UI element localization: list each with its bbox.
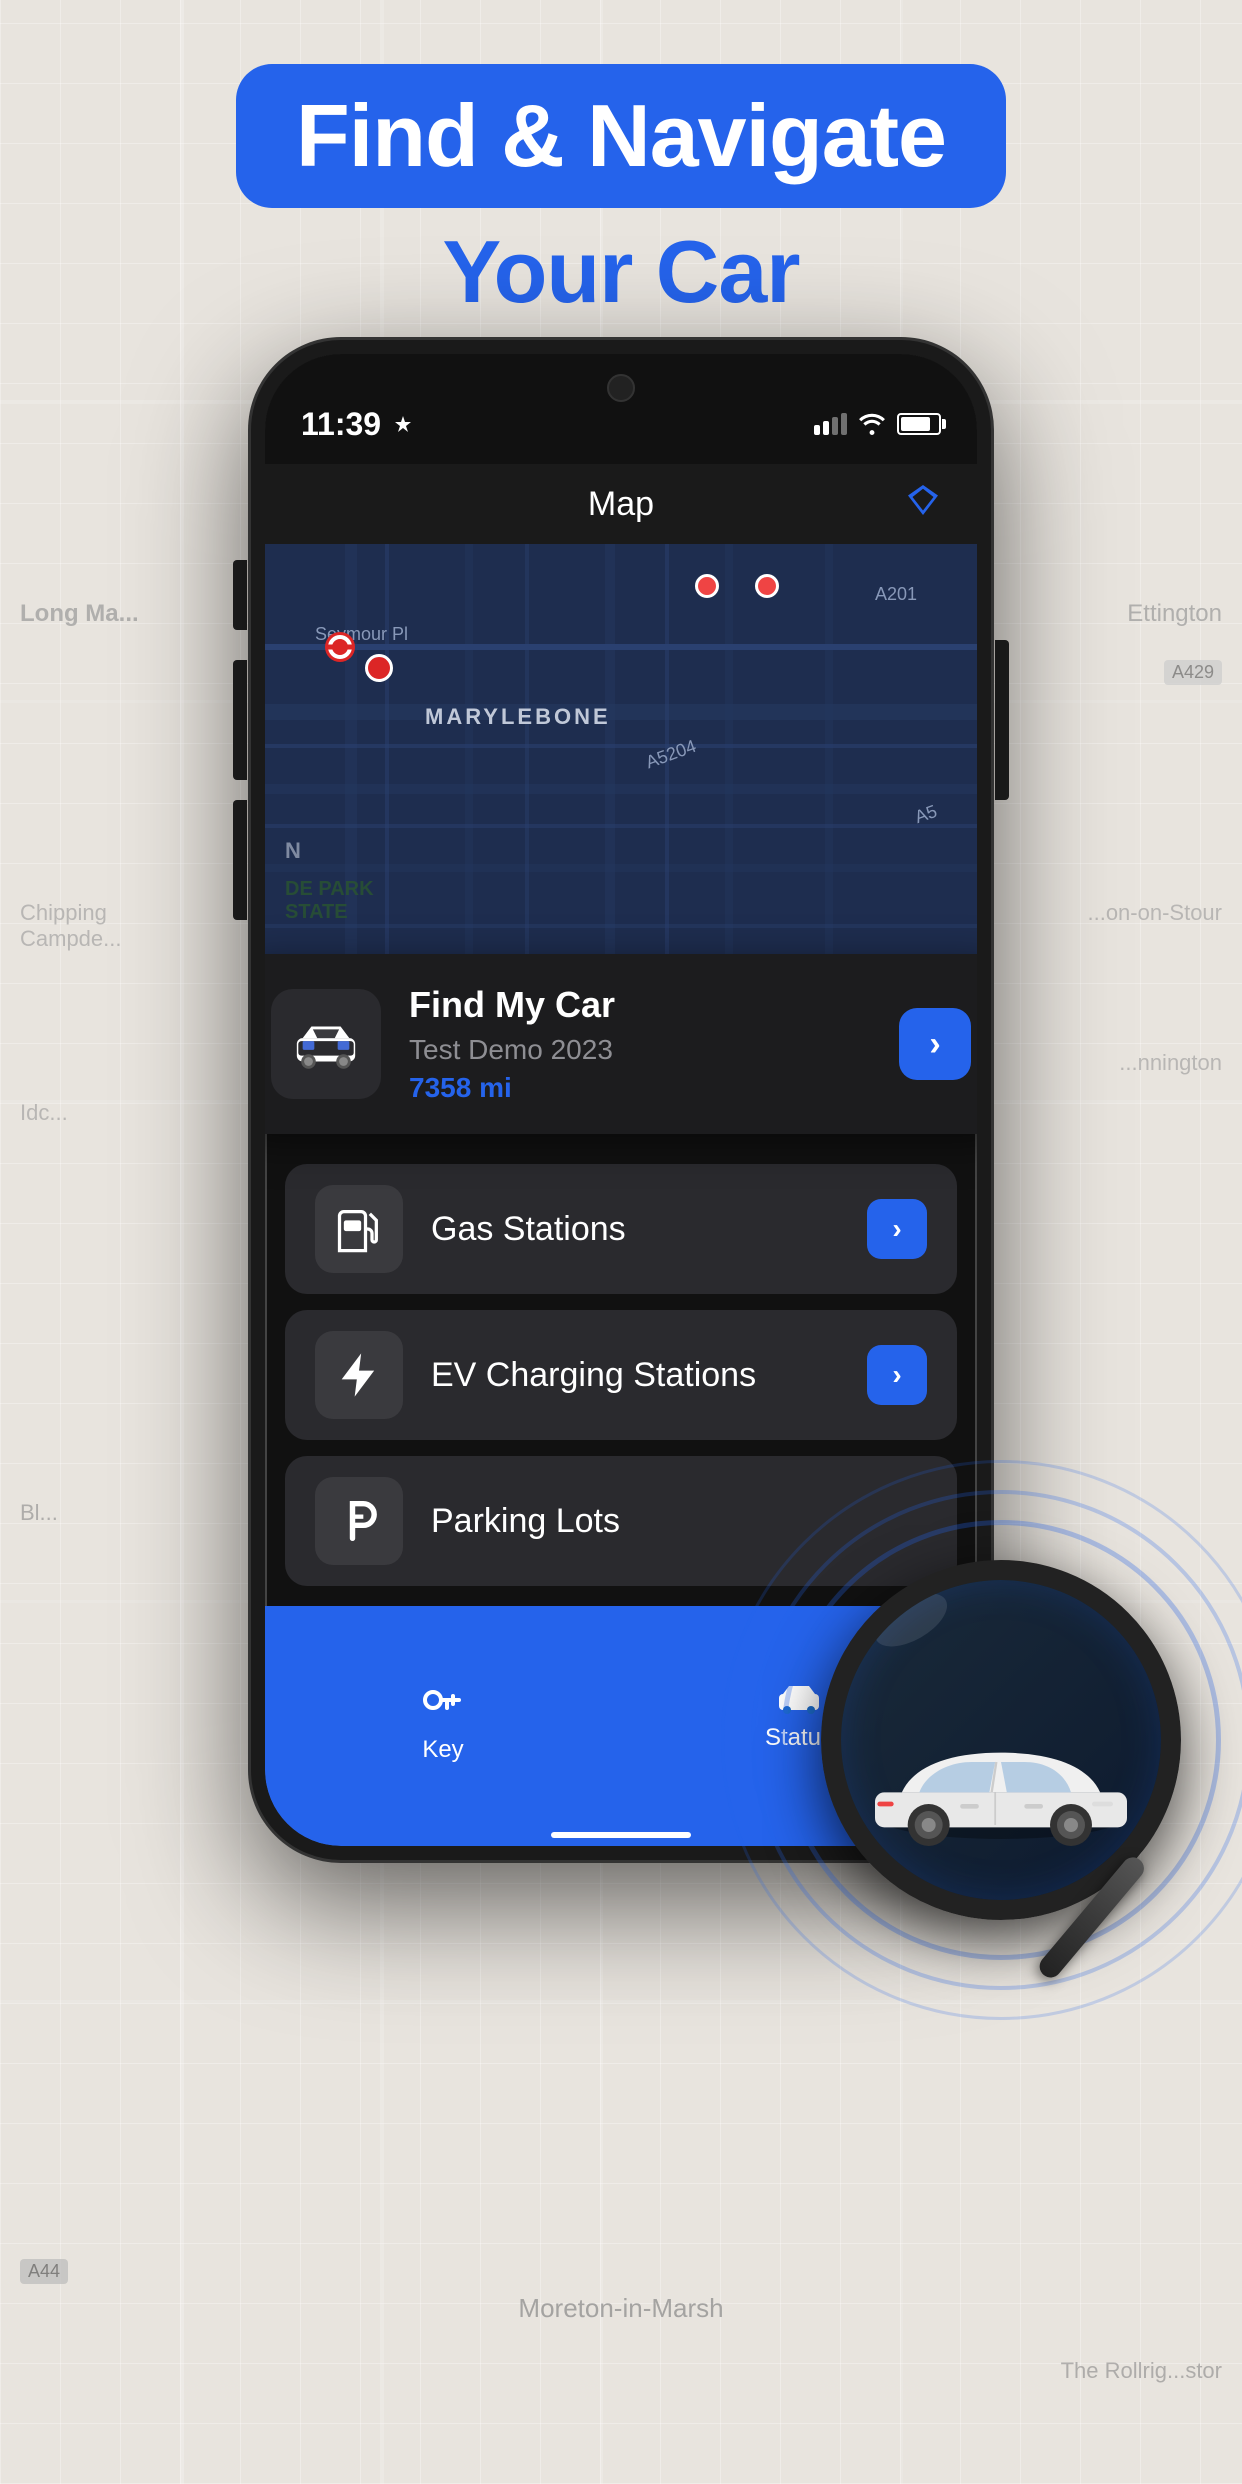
phone-camera (607, 374, 635, 402)
status-icons (814, 413, 941, 435)
tab-key-label: Key (422, 1736, 463, 1764)
gas-stations-item[interactable]: Gas Stations › (285, 1164, 957, 1294)
gas-stations-label: Gas Stations (431, 1210, 839, 1249)
map-marker (755, 574, 779, 598)
parking-icon (333, 1495, 385, 1547)
parking-lots-label: Parking Lots (431, 1502, 839, 1541)
home-indicator (551, 1832, 691, 1838)
arrow-icon: › (892, 1213, 901, 1245)
headline-sub-text: Your Car (442, 228, 799, 316)
find-my-car-card[interactable]: Find My Car Test Demo 2023 7358 mi › (251, 954, 991, 1134)
battery-icon (897, 413, 941, 435)
car-icon-box (271, 989, 381, 1099)
underground-icon-2 (365, 654, 393, 682)
signal-icon (814, 413, 847, 435)
ev-charging-arrow-button[interactable]: › (867, 1345, 927, 1405)
find-car-distance: 7358 mi (409, 1072, 871, 1104)
headline-badge: Find & Navigate (236, 64, 1006, 208)
status-bar: 11:39 (265, 354, 977, 464)
ev-charging-icon (333, 1349, 385, 1401)
underground-icon (325, 632, 355, 662)
phone-mockup: 11:39 (251, 340, 991, 1860)
find-car-title: Find My Car (409, 984, 871, 1026)
find-car-arrow-button[interactable]: › (899, 1008, 971, 1080)
app-title: Map (588, 485, 654, 524)
app-header: Map (265, 464, 977, 544)
tab-key[interactable]: Key (265, 1680, 621, 1764)
find-car-info: Find My Car Test Demo 2023 7358 mi (409, 984, 871, 1104)
parking-icon-box (315, 1477, 403, 1565)
ev-icon-box (315, 1331, 403, 1419)
gas-stations-arrow-button[interactable]: › (867, 1199, 927, 1259)
gas-station-icon (333, 1203, 385, 1255)
area-label-n: N (285, 838, 301, 864)
hero-section: Find & Navigate Your Car (0, 0, 1242, 380)
headline-main-text: Find & Navigate (296, 86, 946, 185)
arrow-icon: › (892, 1359, 901, 1391)
wifi-icon (857, 413, 887, 435)
magnifier-decoration (821, 1560, 1181, 1920)
map-view[interactable]: MARYLEBONE Seymour Pl A5204 A201 A5 DE P… (265, 544, 977, 1024)
find-car-subtitle: Test Demo 2023 (409, 1034, 871, 1066)
map-road-label-a201: A201 (875, 584, 917, 605)
key-icon (419, 1680, 467, 1728)
gem-icon[interactable] (905, 482, 941, 527)
gas-icon-box (315, 1185, 403, 1273)
arrow-right-icon: › (929, 1025, 940, 1064)
map-district-label: MARYLEBONE (425, 704, 611, 730)
status-time: 11:39 (301, 406, 413, 443)
ev-charging-label: EV Charging Stations (431, 1356, 839, 1395)
ev-charging-item[interactable]: EV Charging Stations › (285, 1310, 957, 1440)
car-icon (291, 1019, 361, 1069)
map-marker (695, 574, 719, 598)
park-label: DE PARKSTATE (285, 878, 374, 924)
